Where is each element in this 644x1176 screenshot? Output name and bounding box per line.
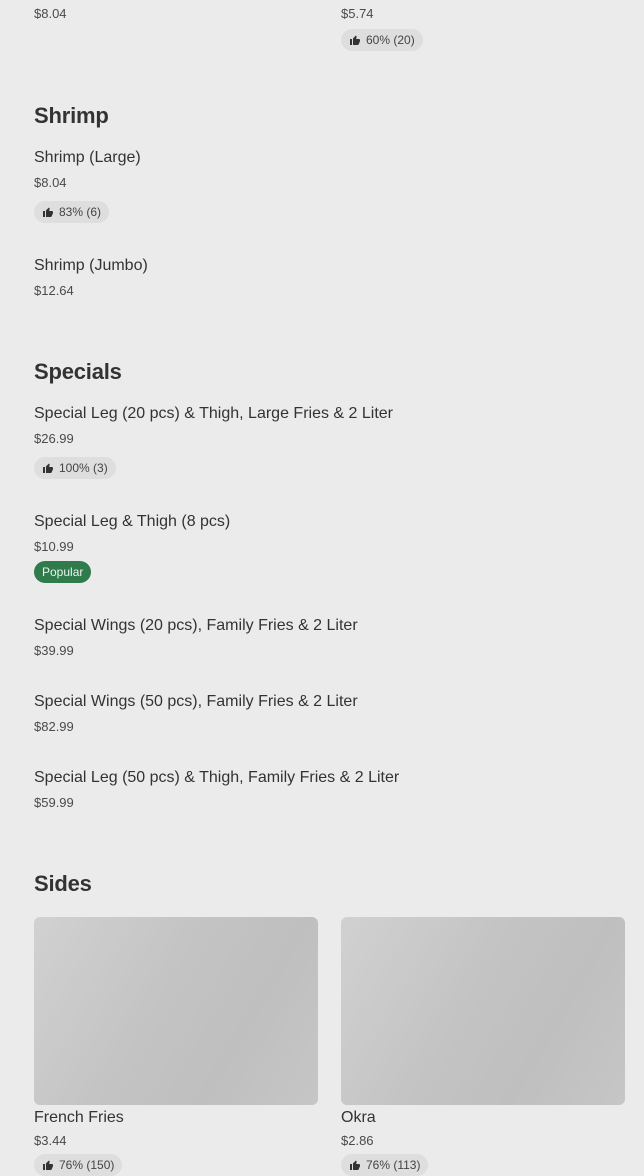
item-price: $26.99 bbox=[34, 431, 74, 446]
item-price: $39.99 bbox=[34, 643, 74, 658]
popular-badge: Popular bbox=[34, 561, 92, 583]
rating-badge: 83% (6) bbox=[34, 201, 110, 223]
item-price: $8.04 bbox=[34, 6, 67, 21]
section-title-specials: Specials bbox=[34, 359, 122, 384]
rating-badge: 100% (3) bbox=[34, 457, 116, 479]
item-image-placeholder[interactable] bbox=[34, 917, 318, 1105]
item-price: $82.99 bbox=[34, 719, 74, 734]
menu-item-name[interactable]: Special Leg (20 pcs) & Thigh, Large Frie… bbox=[34, 405, 393, 423]
menu-item-name[interactable]: Okra bbox=[341, 1109, 376, 1127]
item-price: $2.86 bbox=[341, 1133, 374, 1148]
rating-badge: 76% (113) bbox=[341, 1154, 429, 1176]
item-price: $59.99 bbox=[34, 795, 74, 810]
item-price: $8.04 bbox=[34, 175, 67, 190]
thumbs-up-icon bbox=[349, 1159, 361, 1171]
menu-item-name[interactable]: Special Wings (20 pcs), Family Fries & 2… bbox=[34, 617, 358, 635]
menu-item-name[interactable]: Shrimp (Jumbo) bbox=[34, 257, 148, 275]
item-price: $3.44 bbox=[34, 1133, 67, 1148]
item-price: $12.64 bbox=[34, 283, 74, 298]
menu-item-name[interactable]: French Fries bbox=[34, 1109, 124, 1127]
rating-badge: 76% (150) bbox=[34, 1154, 123, 1176]
section-title-shrimp: Shrimp bbox=[34, 103, 109, 128]
menu-item-name[interactable]: Special Wings (50 pcs), Family Fries & 2… bbox=[34, 693, 358, 711]
menu-item-name[interactable]: Special Leg (50 pcs) & Thigh, Family Fri… bbox=[34, 769, 399, 787]
item-price: $5.74 bbox=[341, 6, 374, 21]
thumbs-up-icon bbox=[42, 206, 54, 218]
thumbs-up-icon bbox=[42, 1159, 54, 1171]
item-price: $10.99 bbox=[34, 539, 74, 554]
menu-item-name[interactable]: Special Leg & Thigh (8 pcs) bbox=[34, 513, 230, 531]
item-image-placeholder[interactable] bbox=[341, 917, 625, 1105]
rating-badge: 60% (20) bbox=[341, 29, 423, 51]
thumbs-up-icon bbox=[349, 34, 361, 46]
thumbs-up-icon bbox=[42, 462, 54, 474]
menu-item-name[interactable]: Shrimp (Large) bbox=[34, 149, 141, 167]
section-title-sides: Sides bbox=[34, 871, 92, 896]
